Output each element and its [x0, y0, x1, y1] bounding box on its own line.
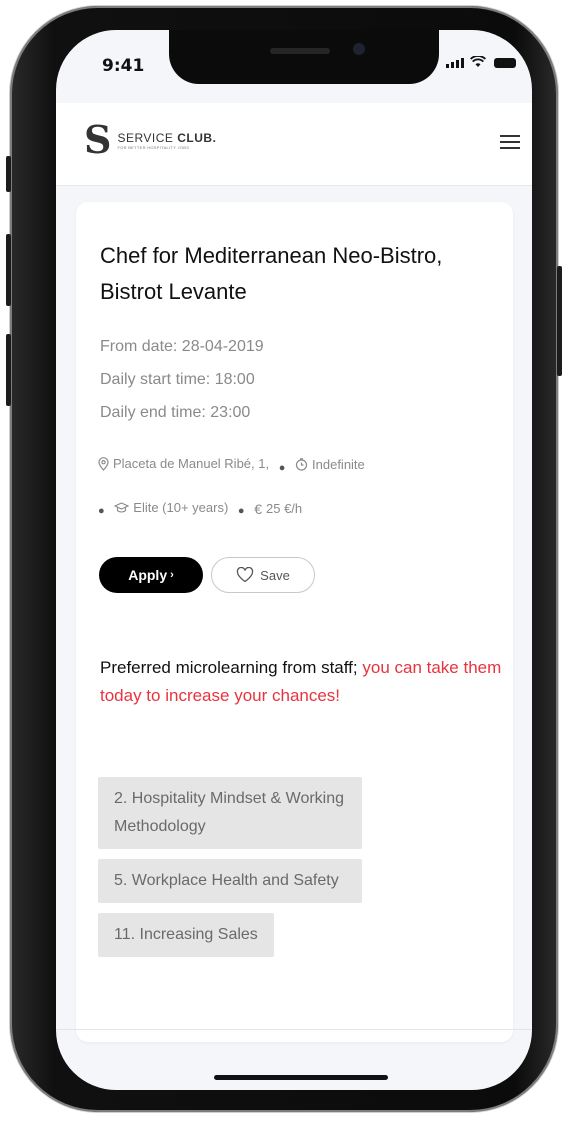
- job-actions: Apply › Save: [99, 557, 315, 593]
- save-label: Save: [260, 567, 290, 583]
- course-item[interactable]: 11. Increasing Sales: [98, 913, 274, 957]
- job-title: Chef for Mediterranean Neo-Bistro, Bistr…: [100, 243, 443, 304]
- course-item[interactable]: 5. Workplace Health and Safety: [98, 859, 362, 903]
- duration-chip: Indefinite: [295, 445, 365, 485]
- from-date: From date: 28-04-2019: [100, 338, 264, 355]
- microlearning-list: 2. Hospitality Mindset & Working Methodo…: [98, 777, 362, 957]
- clock-icon: [295, 458, 308, 471]
- logo-tagline: FOR BETTER HOSPITALITY JOBS: [117, 144, 190, 150]
- microlearning-intro: Preferred microlearning from staff; you …: [100, 654, 510, 710]
- front-camera: [353, 43, 365, 55]
- daily-start-time: Daily start time: 18:00: [100, 371, 255, 388]
- power-button: [557, 266, 562, 376]
- volume-up-button: [6, 234, 11, 306]
- service-club-logo[interactable]: S SERVICE CLUB. FOR BETTER HOSPITALITY J…: [84, 121, 216, 159]
- logo-wordmark: SERVICE CLUB.: [117, 130, 217, 145]
- speaker: [270, 48, 330, 54]
- separator-dot: ●: [237, 505, 245, 517]
- apply-label: Apply: [128, 567, 168, 583]
- euro-icon: €: [254, 501, 262, 517]
- duration-text: Indefinite: [312, 456, 365, 472]
- app-header: S SERVICE CLUB. FOR BETTER HOSPITALITY J…: [56, 103, 532, 186]
- experience-chip: Elite (10+ years): [114, 488, 228, 528]
- graduation-cap-icon: [114, 502, 130, 513]
- location-pin-icon: [98, 457, 109, 471]
- home-indicator[interactable]: [214, 1075, 388, 1080]
- location-text: Placeta de Manuel Ribé, 1,: [113, 456, 270, 471]
- rate-text: 25 €/h: [266, 501, 303, 516]
- rate-chip: € 25 €/h: [254, 489, 302, 529]
- experience-text: Elite (10+ years): [133, 500, 229, 515]
- battery-icon: [494, 58, 516, 68]
- job-details: Placeta de Manuel Ribé, 1, ● Indefinite …: [98, 444, 503, 531]
- volume-down-button: [6, 334, 11, 406]
- heart-icon: [237, 567, 254, 583]
- mute-switch: [6, 156, 11, 192]
- apply-button[interactable]: Apply ›: [99, 557, 203, 593]
- job-card: Chef for Mediterranean Neo-Bistro, Bistr…: [76, 202, 513, 1042]
- location-chip: Placeta de Manuel Ribé, 1,: [98, 444, 269, 484]
- separator-dot: ●: [98, 505, 105, 517]
- phone-screen: 9:41 S SERVICE CLUB. FOR BETTER HOSPITAL…: [56, 30, 532, 1090]
- wifi-icon: [470, 56, 486, 67]
- bottom-divider: [56, 1029, 532, 1030]
- save-button[interactable]: Save: [211, 557, 315, 593]
- chevron-right-icon: ›: [170, 569, 174, 581]
- microlearning-heading: Preferred microlearning from staff;: [100, 658, 358, 677]
- phone-frame: 9:41 S SERVICE CLUB. FOR BETTER HOSPITAL…: [6, 6, 562, 1112]
- job-schedule: From date: 28-04-2019 Daily start time: …: [100, 330, 264, 429]
- status-icons: [446, 56, 516, 68]
- hamburger-menu-icon[interactable]: [500, 135, 520, 153]
- course-item[interactable]: 2. Hospitality Mindset & Working Methodo…: [98, 777, 362, 849]
- logo-mark: S: [84, 117, 112, 162]
- signal-icon: [446, 58, 464, 68]
- separator-dot: ●: [278, 462, 286, 474]
- daily-end-time: Daily end time: 23:00: [100, 404, 251, 421]
- status-time: 9:41: [102, 56, 145, 76]
- notch: [169, 30, 439, 84]
